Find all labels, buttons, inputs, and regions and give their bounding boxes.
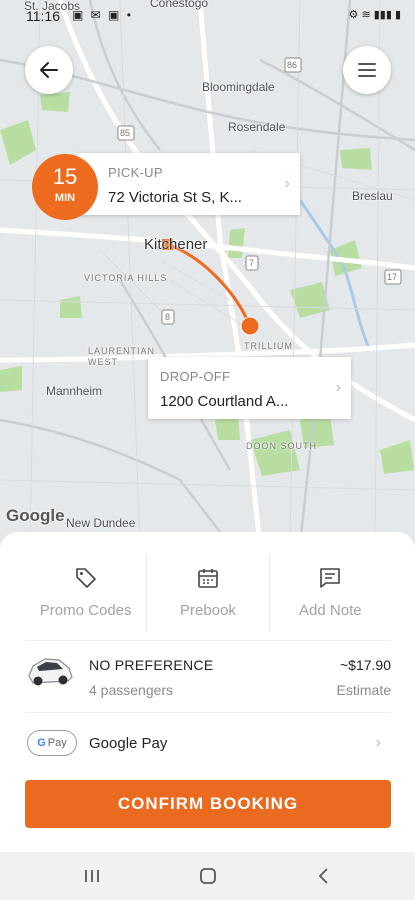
recents-button[interactable] bbox=[72, 862, 112, 890]
map-label-bloomingdale: Bloomingdale bbox=[202, 80, 275, 94]
status-bar: 11:16 ▣ ✉ ▣ • ⚙ ≋ ▮▮▮ ▮ bbox=[0, 0, 415, 26]
map-label-trillium: TRILLIUM bbox=[244, 341, 294, 351]
fare-estimate-label: Estimate bbox=[336, 682, 391, 698]
eta-badge: 15 MIN bbox=[32, 154, 98, 220]
divider bbox=[25, 640, 391, 641]
home-icon bbox=[200, 868, 216, 884]
dropoff-address: 1200 Courtland A... bbox=[160, 393, 289, 410]
chevron-right-icon: › bbox=[335, 379, 341, 396]
dropoff-card[interactable]: DROP-OFF 1200 Courtland A... › bbox=[148, 357, 351, 419]
passenger-count: 4 passengers bbox=[89, 682, 174, 698]
eta-value: 15 bbox=[52, 164, 78, 189]
status-time: 11:16 bbox=[26, 8, 60, 24]
chevron-left-icon bbox=[318, 868, 328, 884]
map-label-breslau: Breslau bbox=[352, 189, 393, 203]
pickup-label: PICK-UP bbox=[108, 165, 163, 180]
prebook-button[interactable]: Prebook bbox=[146, 554, 268, 632]
hamburger-icon bbox=[358, 63, 376, 77]
highway-7-shield: 7 bbox=[249, 258, 255, 268]
google-pay-icon: G Pay bbox=[27, 730, 77, 756]
back-button[interactable] bbox=[25, 46, 73, 94]
notification-icons: ▣ ✉ ▣ • bbox=[72, 8, 133, 22]
map-label-doon-south: DOON SOUTH bbox=[246, 441, 318, 451]
divider bbox=[25, 712, 391, 713]
dropoff-label: DROP-OFF bbox=[160, 369, 231, 384]
confirm-booking-button[interactable]: CONFIRM BOOKING bbox=[25, 780, 391, 828]
map-label-kitchener: Kitchener bbox=[144, 236, 208, 253]
home-button[interactable] bbox=[188, 862, 228, 890]
menu-button[interactable] bbox=[343, 46, 391, 94]
promo-codes-label: Promo Codes bbox=[39, 602, 132, 619]
highway-86-shield: 86 bbox=[287, 60, 298, 70]
nav-back-button[interactable] bbox=[304, 862, 344, 890]
chevron-right-icon: › bbox=[284, 175, 290, 192]
chevron-right-icon: › bbox=[375, 734, 381, 751]
pickup-address: 72 Victoria St S, K... bbox=[108, 189, 242, 206]
map-label-rosendale: Rosendale bbox=[228, 120, 286, 134]
highway-17-shield: 17 bbox=[387, 272, 398, 282]
system-nav-bar bbox=[0, 852, 415, 900]
payment-method-row[interactable]: G Pay Google Pay › bbox=[25, 718, 391, 766]
add-note-label: Add Note bbox=[299, 602, 362, 619]
payment-method-label: Google Pay bbox=[89, 735, 168, 752]
eta-unit: MIN bbox=[54, 192, 76, 204]
highway-8-shield: 8 bbox=[165, 312, 171, 322]
map-label-laurentian-west: LAURENTIAN WEST bbox=[88, 346, 156, 367]
ride-type: NO PREFERENCE bbox=[89, 657, 214, 673]
booking-sheet: Promo Codes Prebook Add Note NO PREFEREN… bbox=[0, 532, 415, 852]
action-row: Promo Codes Prebook Add Note bbox=[25, 554, 391, 632]
signal-icons: ⚙ ≋ ▮▮▮ ▮ bbox=[348, 9, 401, 21]
promo-codes-button[interactable]: Promo Codes bbox=[25, 554, 146, 632]
pickup-card[interactable]: PICK-UP 72 Victoria St S, K... › bbox=[78, 153, 300, 215]
note-icon bbox=[320, 568, 341, 588]
calendar-icon bbox=[198, 569, 218, 588]
car-icon bbox=[28, 658, 73, 686]
add-note-button[interactable]: Add Note bbox=[268, 554, 391, 632]
tag-icon bbox=[75, 568, 96, 588]
prebook-label: Prebook bbox=[180, 602, 236, 619]
google-logo: Google bbox=[6, 506, 65, 525]
recents-icon bbox=[85, 870, 99, 882]
highway-85-shield: 85 bbox=[120, 128, 131, 138]
ride-option-row[interactable]: NO PREFERENCE 4 passengers ~$17.90 Estim… bbox=[25, 644, 391, 706]
map-label-new-dundee: New Dundee bbox=[66, 516, 136, 530]
map-label-mannheim: Mannheim bbox=[46, 384, 103, 398]
fare-price: ~$17.90 bbox=[340, 657, 391, 673]
arrow-left-icon bbox=[40, 62, 58, 78]
map-label-victoria-hills: VICTORIA HILLS bbox=[84, 273, 168, 283]
